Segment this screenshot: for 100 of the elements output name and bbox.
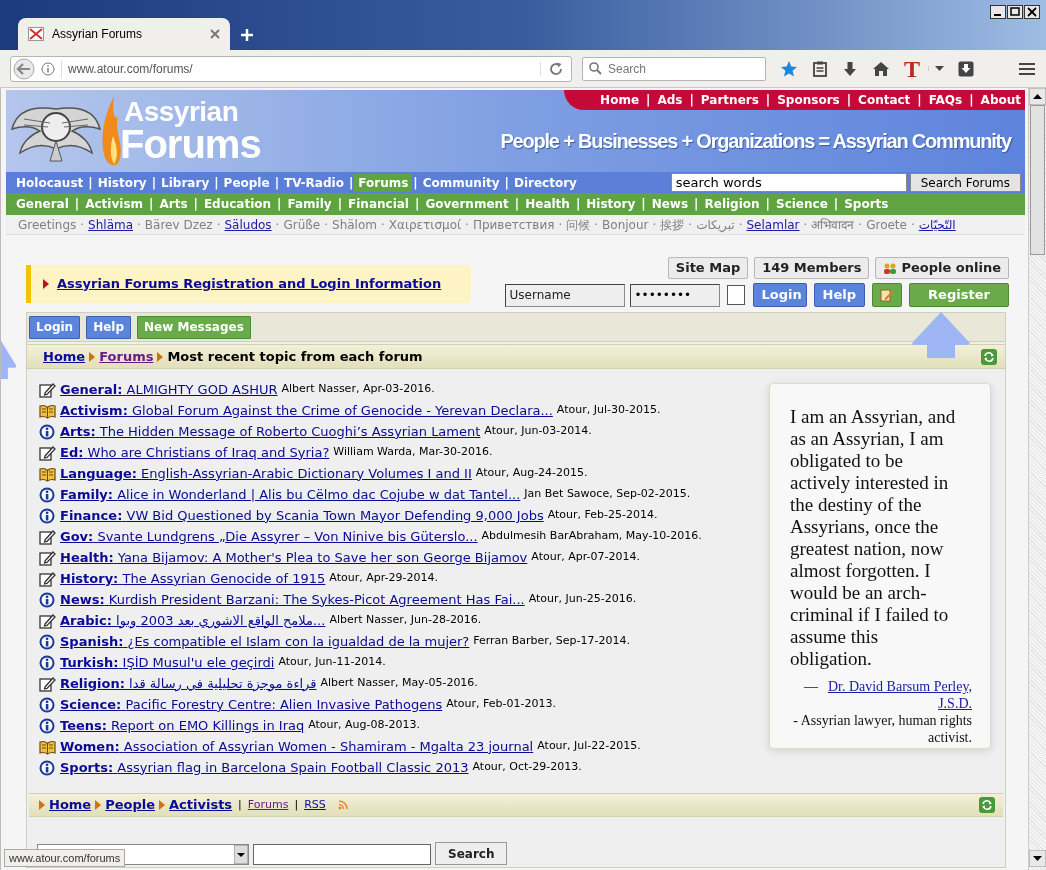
- search-forums-button[interactable]: Search Forums: [909, 173, 1021, 192]
- refresh-icon[interactable]: [981, 348, 997, 365]
- separator: |: [214, 174, 219, 192]
- separator: |: [74, 196, 80, 213]
- topic-meta: Atour, Oct-29-2013.: [472, 759, 582, 776]
- maximize-icon[interactable]: [1007, 5, 1023, 19]
- clipboard-icon[interactable]: [812, 60, 828, 77]
- top-link[interactable]: About: [980, 91, 1021, 109]
- topic-link[interactable]: Ed: Who are Christians of Iraq and Syria?: [60, 442, 330, 463]
- topic-link[interactable]: Finance: VW Bid Questioned by Scania Town Mayor Defending 9,000 Jobs: [60, 505, 544, 526]
- note-icon: [39, 570, 56, 587]
- caret-icon[interactable]: [928, 66, 944, 71]
- search-input[interactable]: [253, 844, 431, 865]
- topic-meta: Atour, Feb-01-2013.: [446, 696, 556, 713]
- browser-tab[interactable]: Assyrian Forums: [18, 18, 230, 50]
- search-button[interactable]: Search: [435, 842, 508, 865]
- scroll-thumb[interactable]: [1030, 105, 1045, 255]
- topic-link[interactable]: Sports: Assyrian flag in Barcelona Spain Football Classic 2013: [60, 757, 469, 778]
- username-field[interactable]: Username: [504, 283, 625, 307]
- password-field[interactable]: ••••••••: [629, 283, 720, 307]
- topic-link[interactable]: Spanish: ¿Es compatible el Islam con la igualdad de la mujer?: [60, 631, 470, 652]
- nav-link[interactable]: History: [93, 173, 151, 192]
- topic-link[interactable]: History: The Assyrian Genocide of 1915: [60, 568, 326, 589]
- top-link[interactable]: Partners: [700, 91, 759, 109]
- account-button[interactable]: People online: [875, 257, 1009, 279]
- topic-link[interactable]: Turkish: IŞİD Musul'u ele geçirdi: [60, 652, 275, 673]
- topic-link[interactable]: News: Kurdish President Barzani: The Sykes-Picot Agreement Has Fai...: [60, 589, 525, 610]
- top-link[interactable]: Home: [600, 91, 640, 109]
- toolbar-button[interactable]: Help: [86, 315, 132, 339]
- breadcrumb-link[interactable]: Home: [43, 346, 86, 367]
- topic-link[interactable]: Family: Alice in Wonderland | Alis bu Cëlmo dac Cojube w dat Tantel...: [60, 484, 521, 505]
- edit-button[interactable]: [872, 283, 902, 307]
- remember-checkbox[interactable]: [726, 285, 745, 305]
- scroll-up-icon[interactable]: [1029, 88, 1046, 105]
- nav-link[interactable]: Library: [157, 173, 214, 192]
- separator: ·: [910, 216, 915, 234]
- top-link[interactable]: FAQs: [928, 91, 963, 109]
- top-link[interactable]: Ads: [657, 91, 683, 109]
- topic-link[interactable]: Health: Yana Bijamov: A Mother's Plea to Save her son George Bijamov: [60, 547, 528, 568]
- greeting-link[interactable]: Selamlar: [746, 215, 800, 234]
- login-button[interactable]: Login: [752, 283, 807, 307]
- toolbar-button[interactable]: Login: [29, 315, 81, 339]
- topic-link[interactable]: Arts: The Hidden Message of Roberto Cuoghi’s Assyrian Lament: [60, 421, 481, 442]
- topic-link[interactable]: Women: Association of Assyrian Women - Shamiram - Mgalta 23 journal: [60, 736, 534, 757]
- reload-icon[interactable]: [540, 61, 563, 76]
- minimize-icon[interactable]: [990, 5, 1006, 19]
- separator: |: [833, 196, 839, 213]
- footer-link[interactable]: RSS: [304, 796, 326, 814]
- breadcrumb-link[interactable]: People: [105, 795, 156, 815]
- breadcrumb-link[interactable]: Forums: [99, 346, 154, 367]
- star-icon[interactable]: [780, 59, 798, 78]
- notice-link[interactable]: Assyrian Forums Registration and Login Information: [57, 274, 442, 294]
- separator: |: [646, 92, 651, 109]
- greeting-link[interactable]: Shläma: [88, 215, 134, 234]
- menu-icon[interactable]: [1018, 61, 1036, 76]
- nav-link[interactable]: TV-Radio: [280, 173, 348, 192]
- topic-link[interactable]: Language: English-Assyrian-Arabic Dictionary Volumes I and II: [60, 463, 472, 484]
- close-icon[interactable]: [1024, 5, 1040, 19]
- topic-meta: Ferran Barber, Sep-17-2014.: [473, 633, 631, 650]
- topic-link[interactable]: Teens: Report on EMO Killings in Iraq: [60, 715, 305, 736]
- search-field[interactable]: Search: [582, 56, 766, 81]
- breadcrumb-link[interactable]: Activists: [169, 795, 233, 815]
- info-icon: [39, 759, 56, 776]
- home-icon[interactable]: [872, 60, 890, 77]
- site-search-field[interactable]: search words: [670, 173, 907, 192]
- topic-link[interactable]: Science: Pacific Forestry Centre: Alien Invasive Pathogens: [60, 694, 443, 715]
- author-link[interactable]: Dr. David Barsum Perley, J.S.D.: [822, 678, 972, 712]
- help-button[interactable]: Help: [813, 283, 865, 307]
- greeting-link[interactable]: Säludos: [224, 215, 272, 234]
- top-link[interactable]: Sponsors: [777, 91, 840, 109]
- brand-name: Assyrian: [124, 98, 240, 126]
- top-link[interactable]: Contact: [858, 91, 911, 109]
- nav-link[interactable]: Directory: [509, 173, 581, 192]
- topic-link[interactable]: General: ALMIGHTY GOD ASHUR: [60, 379, 278, 400]
- dropdown-arrow-icon[interactable]: [234, 845, 248, 864]
- account-button[interactable]: Site Map: [667, 257, 749, 279]
- nav-link[interactable]: Community: [418, 173, 504, 192]
- separator: |: [238, 796, 242, 813]
- nav-link[interactable]: People: [219, 173, 274, 192]
- scroll-down-icon[interactable]: [1029, 850, 1046, 867]
- separator: |: [694, 196, 699, 213]
- breadcrumb-link[interactable]: Home: [49, 795, 92, 815]
- plus-icon[interactable]: [241, 29, 253, 41]
- greeting-link[interactable]: التّحيّات: [918, 215, 956, 234]
- nav-link[interactable]: Holocaust: [12, 173, 88, 192]
- topic-link[interactable]: Gov: Svante Lundgrens „Die Assyrer – Von Ninive bis Güterslo...: [60, 526, 478, 547]
- download-icon[interactable]: [842, 60, 858, 77]
- extension-button[interactable]: T: [904, 56, 920, 81]
- topic-meta: Albert Nasser, May-05-2016.: [320, 675, 478, 692]
- back-icon[interactable]: [13, 57, 35, 80]
- separator: ·: [558, 216, 563, 234]
- refresh-icon[interactable]: [979, 797, 995, 813]
- download-box-icon[interactable]: [958, 60, 974, 77]
- separator: |: [575, 196, 581, 213]
- footer-link[interactable]: Forums: [247, 796, 289, 814]
- separator: ·: [80, 216, 85, 234]
- quote-text: I am an Assyrian, and as an Assyrian, I am obligated to be actively interested in the destiny of the Assyrians, once the greatest nation, now almost forgotten. I would be an arch-criminal if I failed to assume this obligation.: [790, 406, 957, 670]
- address-bar[interactable]: www.atour.com/forums/: [10, 55, 572, 82]
- account-button[interactable]: 149 Members: [754, 257, 870, 279]
- topic-link[interactable]: Activism: Global Forum Against the Crime of Genocide - Yerevan Declara...: [60, 400, 553, 421]
